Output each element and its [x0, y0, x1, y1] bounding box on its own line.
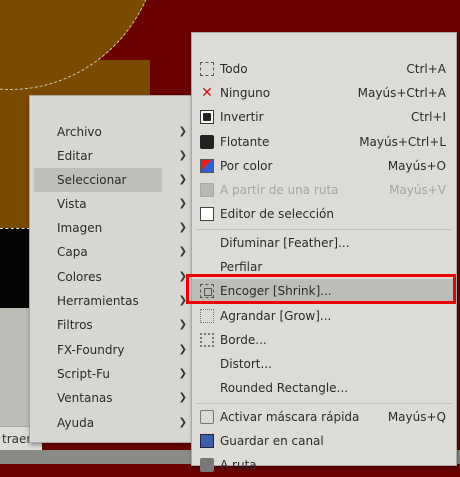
- chevron-right-icon: ❯: [178, 126, 187, 137]
- menu-item-accel: Mayús+Q: [387, 410, 446, 424]
- chevron-right-icon: ❯: [178, 368, 187, 379]
- menu-item-invertir[interactable]: Invertir Ctrl+I: [192, 105, 456, 129]
- float-icon: [200, 135, 214, 149]
- selection-editor-icon: [200, 207, 214, 221]
- menu-item-accel: Ctrl+A: [406, 62, 446, 76]
- menu-item-label: Por color: [220, 159, 273, 173]
- chevron-right-icon: ❯: [178, 344, 187, 355]
- menu-item-ayuda[interactable]: Ayuda ❯: [30, 411, 192, 435]
- chevron-right-icon: ❯: [178, 198, 187, 209]
- menu-item-label: Guardar en canal: [220, 434, 324, 448]
- menu-item-filtros[interactable]: Filtros ❯: [30, 313, 192, 337]
- menu-item-label: Ayuda: [57, 416, 95, 430]
- chevron-right-icon: ❯: [178, 246, 187, 257]
- menu-item-label: Ninguno: [220, 86, 271, 100]
- menu-item-label: Colores: [57, 270, 102, 284]
- chevron-right-icon: ❯: [178, 222, 187, 233]
- to-path-icon: [200, 458, 214, 472]
- menu-item-from-path: A partir de una ruta Mayús+V: [192, 178, 456, 202]
- menu-item-guardar-canal[interactable]: Guardar en canal: [192, 429, 456, 453]
- menu-separator: [196, 403, 452, 404]
- menu-item-fx-foundry[interactable]: FX-Foundry ❯: [30, 338, 192, 362]
- menu-item-rounded-rectangle[interactable]: Rounded Rectangle...: [192, 376, 456, 400]
- menu-item-accel: Mayús+Ctrl+L: [359, 135, 446, 149]
- menu-item-distort[interactable]: Distort...: [192, 352, 456, 376]
- menu-item-vista[interactable]: Vista ❯: [30, 192, 192, 216]
- menu-item-label: Archivo: [57, 125, 102, 139]
- menu-item-label: Flotante: [220, 135, 270, 149]
- chevron-right-icon: ❯: [178, 319, 187, 330]
- save-channel-icon: [200, 434, 214, 448]
- border-icon: [200, 333, 214, 347]
- status-text: traer: [2, 432, 32, 446]
- menu-item-flotante[interactable]: Flotante Mayús+Ctrl+L: [192, 130, 456, 154]
- menu-item-accel: Ctrl+I: [411, 110, 446, 124]
- menu-item-label: Agrandar [Grow]...: [220, 309, 332, 323]
- menu-item-mascara-rapida[interactable]: Activar máscara rápida Mayús+Q: [192, 405, 456, 429]
- menu-item-script-fu[interactable]: Script-Fu ❯: [30, 362, 192, 386]
- menu-item-herramientas[interactable]: Herramientas ❯: [30, 289, 192, 313]
- menu-item-editar[interactable]: Editar ❯: [30, 144, 192, 168]
- highlight-annotation-box: [186, 274, 456, 304]
- invert-icon: [200, 110, 214, 124]
- menu-item-label: Rounded Rectangle...: [220, 381, 349, 395]
- menu-item-imagen[interactable]: Imagen ❯: [30, 216, 192, 240]
- quick-mask-icon: [200, 410, 214, 424]
- menu-item-agrandar[interactable]: Agrandar [Grow]...: [192, 304, 456, 328]
- menu-item-label: Activar máscara rápida: [220, 410, 360, 424]
- select-submenu: Todo Ctrl+A ✕ Ninguno Mayús+Ctrl+A Invertir…: [191, 32, 457, 472]
- chevron-right-icon: ❯: [178, 150, 187, 161]
- menu-item-colores[interactable]: Colores ❯: [30, 265, 192, 289]
- menu-item-label: Todo: [220, 62, 248, 76]
- menu-item-a-ruta[interactable]: A ruta: [192, 453, 456, 477]
- menu-item-label: Editar: [57, 149, 93, 163]
- selection-marching-ants: [0, 228, 30, 229]
- from-path-icon: [200, 183, 214, 197]
- menu-item-label: Capa: [57, 245, 88, 259]
- chevron-right-icon: ❯: [178, 174, 187, 185]
- image-context-menu: Archivo ❯ Editar ❯ Seleccionar ❯ Vista ❯ Im…: [29, 95, 193, 443]
- select-all-icon: [200, 62, 214, 76]
- by-color-icon: [200, 159, 214, 173]
- menu-item-label: A partir de una ruta: [220, 183, 339, 197]
- menu-item-label: Vista: [57, 197, 87, 211]
- menu-item-label: Distort...: [220, 357, 272, 371]
- select-none-icon: ✕: [201, 85, 213, 101]
- menu-item-ninguno[interactable]: ✕ Ninguno Mayús+Ctrl+A: [192, 81, 456, 105]
- menu-item-ventanas[interactable]: Ventanas ❯: [30, 386, 192, 410]
- menu-item-todo[interactable]: Todo Ctrl+A: [192, 57, 456, 81]
- menu-item-label: Seleccionar: [57, 173, 127, 187]
- menu-item-por-color[interactable]: Por color Mayús+O: [192, 154, 456, 178]
- menu-item-capa[interactable]: Capa ❯: [30, 240, 192, 264]
- menu-item-archivo[interactable]: Archivo ❯: [30, 120, 192, 144]
- menu-item-label: Filtros: [57, 318, 93, 332]
- menu-item-accel: Mayús+O: [387, 159, 446, 173]
- menu-item-accel: Mayús+Ctrl+A: [357, 86, 446, 100]
- menu-item-label: Editor de selección: [220, 207, 334, 221]
- menu-item-label: Ventanas: [57, 391, 113, 405]
- menu-item-seleccionar[interactable]: Seleccionar: [34, 168, 162, 192]
- menu-item-label: FX-Foundry: [57, 343, 125, 357]
- chevron-right-icon: ❯: [178, 417, 187, 428]
- menu-item-borde[interactable]: Borde...: [192, 328, 456, 352]
- menu-item-label: Difuminar [Feather]...: [220, 236, 350, 250]
- menu-item-label: Script-Fu: [57, 367, 110, 381]
- menu-item-label: Herramientas: [57, 294, 139, 308]
- menu-item-label: A ruta: [220, 458, 257, 472]
- menu-item-editor-seleccion[interactable]: Editor de selección: [192, 202, 456, 226]
- menu-item-accel: Mayús+V: [389, 183, 446, 197]
- chevron-right-icon: ❯: [178, 392, 187, 403]
- menu-item-label: Borde...: [220, 333, 267, 347]
- menu-item-difuminar[interactable]: Difuminar [Feather]...: [192, 231, 456, 255]
- grow-icon: [200, 309, 214, 323]
- menu-item-label: Invertir: [220, 110, 264, 124]
- menu-item-label: Imagen: [57, 221, 103, 235]
- menu-separator: [196, 229, 452, 230]
